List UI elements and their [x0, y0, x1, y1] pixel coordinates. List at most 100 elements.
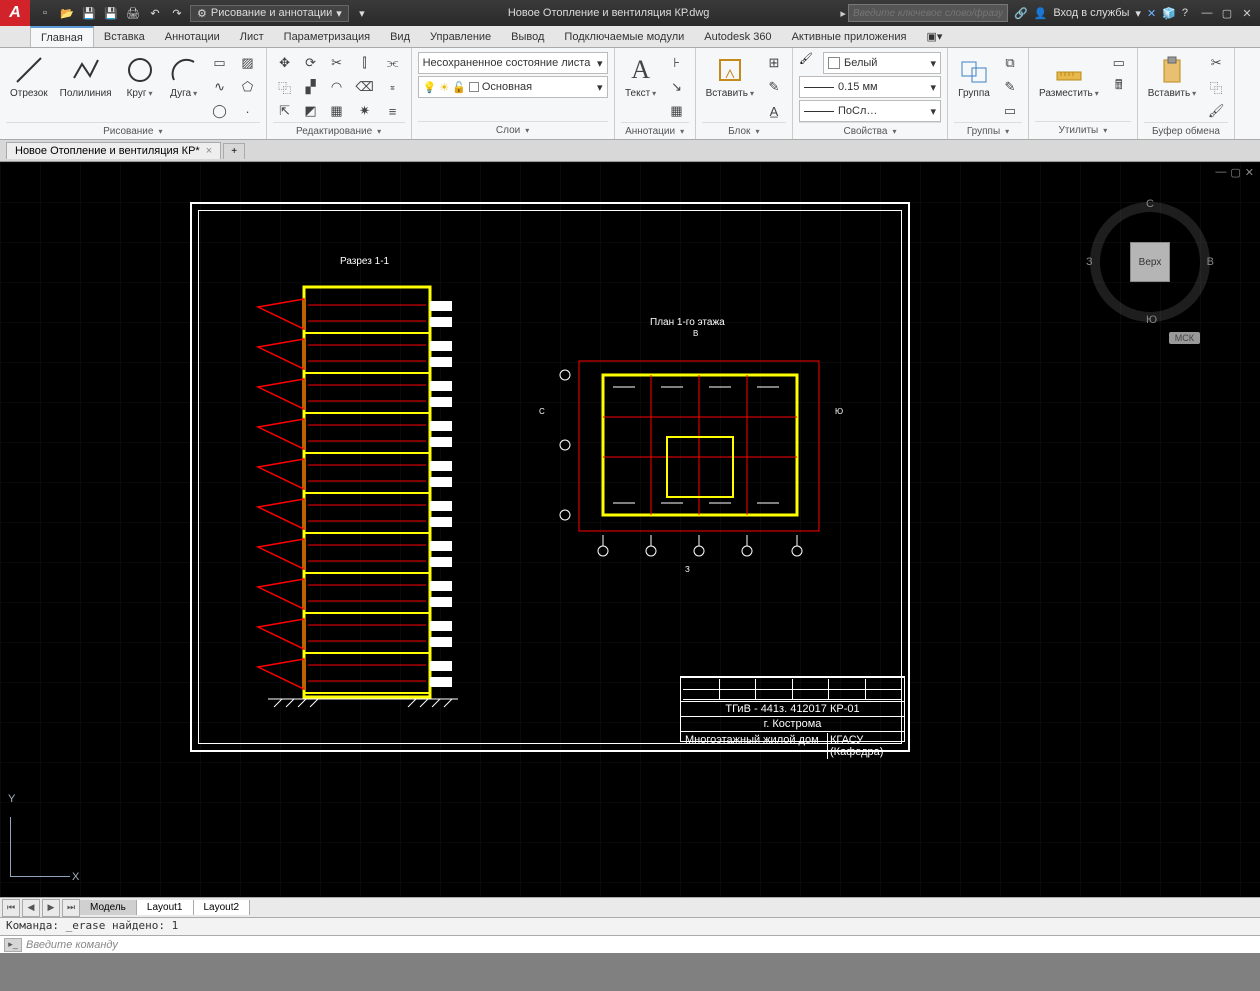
saveas-icon[interactable]: 💾: [102, 4, 120, 22]
redo-icon[interactable]: ↷: [168, 4, 186, 22]
attr-icon[interactable]: A̲: [762, 100, 786, 122]
quickcalc-icon[interactable]: 🖩: [1107, 76, 1131, 98]
app-logo-icon[interactable]: A: [0, 0, 30, 26]
tab-last-icon[interactable]: ⏭: [62, 899, 80, 917]
viewcube-w[interactable]: З: [1086, 256, 1093, 268]
tab-view[interactable]: Вид: [380, 26, 420, 47]
fillet-icon[interactable]: ◠: [325, 76, 349, 98]
text-button[interactable]: A Текст: [621, 52, 661, 101]
tab-first-icon[interactable]: ⏮: [2, 899, 20, 917]
match-props-icon[interactable]: 🖌: [799, 52, 821, 74]
cut-icon[interactable]: ✂: [1204, 52, 1228, 74]
current-layer-dropdown[interactable]: 💡 ☀ 🔓 Основная ▾: [418, 76, 608, 98]
tab-prev-icon[interactable]: ◀: [22, 899, 40, 917]
rotate-icon[interactable]: ⟳: [299, 52, 323, 74]
dimension-icon[interactable]: ⊦: [665, 52, 689, 74]
keyword-search-input[interactable]: [848, 4, 1008, 22]
undo-icon[interactable]: ↶: [146, 4, 164, 22]
command-input[interactable]: Введите команду: [26, 939, 118, 951]
scale-icon[interactable]: ◩: [299, 100, 323, 122]
layout-tab-2[interactable]: Layout2: [194, 900, 251, 915]
open-icon[interactable]: 📂: [58, 4, 76, 22]
tab-plugins[interactable]: Подключаемые модули: [554, 26, 694, 47]
copy-clip-icon[interactable]: ⿻: [1204, 76, 1228, 98]
qat-more-icon[interactable]: ▾: [353, 4, 371, 22]
erase-icon[interactable]: ⌫: [353, 76, 377, 98]
tab-next-icon[interactable]: ▶: [42, 899, 60, 917]
measure-button[interactable]: Разместить: [1035, 52, 1103, 101]
arc-button[interactable]: Дуга: [164, 52, 204, 101]
group-button[interactable]: Группа: [954, 52, 994, 101]
new-tab-button[interactable]: +: [223, 143, 245, 159]
panel-draw-label[interactable]: Рисование: [6, 122, 260, 139]
rectangle-icon[interactable]: ▭: [208, 52, 232, 74]
layer-state-dropdown[interactable]: Несохраненное состояние листа▾: [418, 52, 608, 74]
insert-block-button[interactable]: Вставить: [702, 52, 758, 101]
tab-a360[interactable]: Autodesk 360: [694, 26, 781, 47]
viewcube-e[interactable]: В: [1207, 256, 1214, 268]
polygon-icon[interactable]: ⬠: [236, 76, 260, 98]
break-icon[interactable]: ⏓: [381, 76, 405, 98]
tab-parametric[interactable]: Параметризация: [274, 26, 380, 47]
tab-sheet[interactable]: Лист: [230, 26, 274, 47]
align-icon[interactable]: ≡: [381, 100, 405, 122]
layout-tab-1[interactable]: Layout1: [137, 900, 194, 915]
close-tab-icon[interactable]: ×: [206, 145, 212, 157]
connect-icon[interactable]: 🔗: [1014, 7, 1028, 20]
exchange-icon[interactable]: ✕: [1147, 7, 1156, 20]
help-icon[interactable]: ?: [1182, 7, 1188, 19]
table-icon[interactable]: ▦: [665, 100, 689, 122]
panel-props-label[interactable]: Свойства: [799, 122, 941, 139]
trim-icon[interactable]: ✂: [325, 52, 349, 74]
search-play-icon[interactable]: ▸: [840, 7, 846, 20]
wcs-badge[interactable]: МСК: [1169, 332, 1200, 344]
minimize-button[interactable]: —: [1198, 5, 1216, 21]
linetype-dropdown[interactable]: ПоСл…▾: [799, 100, 941, 122]
vp-minimize-icon[interactable]: —: [1215, 166, 1226, 179]
lineweight-dropdown[interactable]: 0.15 мм▾: [799, 76, 941, 98]
panel-groups-label[interactable]: Группы: [954, 122, 1022, 139]
viewcube-n[interactable]: С: [1146, 198, 1154, 210]
point-icon[interactable]: ·: [236, 100, 260, 122]
layout-tab-model[interactable]: Модель: [80, 900, 137, 915]
viewcube-top-face[interactable]: Верх: [1130, 242, 1170, 282]
stretch-icon[interactable]: ⇱: [273, 100, 297, 122]
matchprop-icon[interactable]: 🖌: [1204, 100, 1228, 122]
array-icon[interactable]: ▦: [325, 100, 349, 122]
vp-close-icon[interactable]: ✕: [1245, 166, 1254, 179]
color-dropdown[interactable]: Белый▾: [823, 52, 941, 74]
polyline-button[interactable]: Полилиния: [56, 52, 116, 101]
mirror-icon[interactable]: ▞: [299, 76, 323, 98]
print-icon[interactable]: 🖨: [124, 4, 142, 22]
ellipse-icon[interactable]: ◯: [208, 100, 232, 122]
tab-manage[interactable]: Управление: [420, 26, 501, 47]
panel-block-label[interactable]: Блок: [702, 122, 786, 139]
workspace-dropdown[interactable]: ⚙ Рисование и аннотации ▾: [190, 5, 349, 22]
group-bbox-icon[interactable]: ▭: [998, 100, 1022, 122]
join-icon[interactable]: ⫘: [381, 52, 405, 74]
create-block-icon[interactable]: ⊞: [762, 52, 786, 74]
group-edit-icon[interactable]: ✎: [998, 76, 1022, 98]
maximize-button[interactable]: ▢: [1218, 5, 1236, 21]
tab-insert[interactable]: Вставка: [94, 26, 155, 47]
ungroup-icon[interactable]: ⧉: [998, 52, 1022, 74]
copy-icon[interactable]: ⿻: [273, 76, 297, 98]
login-link[interactable]: Вход в службы: [1053, 7, 1129, 19]
app-store-icon[interactable]: 🧊: [1162, 7, 1176, 20]
viewcube[interactable]: Верх С Ю З В: [1090, 202, 1210, 322]
tab-featured[interactable]: Активные приложения: [782, 26, 917, 47]
panel-layers-label[interactable]: Слои: [418, 121, 608, 139]
circle-button[interactable]: Круг: [120, 52, 160, 101]
new-icon[interactable]: ▫: [36, 4, 54, 22]
panel-anno-label[interactable]: Аннотации: [621, 122, 689, 139]
drawing-canvas[interactable]: — ▢ ✕ Разрез 1-1 План 1-го этажа: [0, 162, 1260, 897]
save-icon[interactable]: 💾: [80, 4, 98, 22]
select-icon[interactable]: ▭: [1107, 52, 1131, 74]
chevron-down-icon[interactable]: ▾: [1135, 7, 1141, 20]
offset-icon[interactable]: ⫿: [353, 52, 377, 74]
hatch-icon[interactable]: ▨: [236, 52, 260, 74]
vp-restore-icon[interactable]: ▢: [1230, 166, 1240, 179]
explode-icon[interactable]: ✷: [353, 100, 377, 122]
tab-home[interactable]: Главная: [30, 26, 94, 47]
leader-icon[interactable]: ↘: [665, 76, 689, 98]
